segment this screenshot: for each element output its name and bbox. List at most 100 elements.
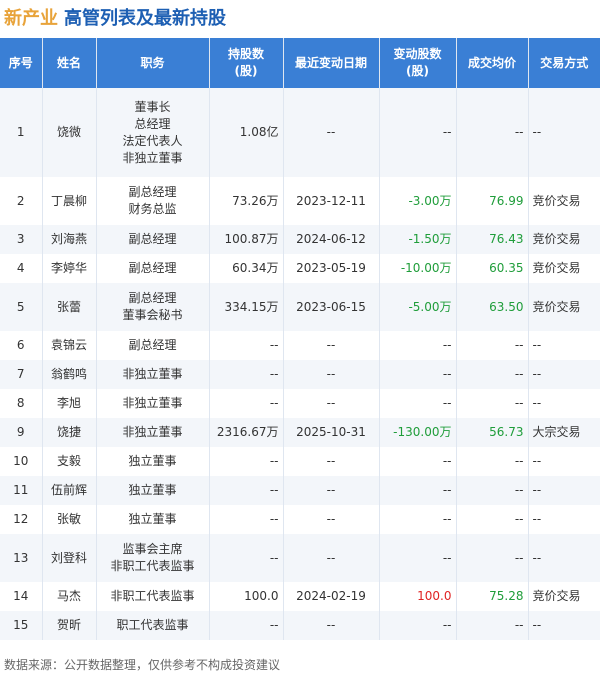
position-line: 非职工代表监事 [110, 589, 195, 603]
cell-method: -- [528, 447, 600, 476]
table-row: 11 伍前辉 独立董事 -- -- -- -- -- [0, 476, 600, 505]
cell-position: 非独立董事 [96, 389, 210, 418]
cell-price: 63.50 [456, 283, 529, 331]
cell-position: 副总经理 [96, 225, 210, 254]
cell-date: -- [283, 611, 380, 640]
cell-name: 马杰 [42, 582, 97, 611]
table-row: 4 李婷华 副总经理 60.34万 2023-05-19 -10.00万 60.35 竞价交易 [0, 254, 600, 283]
cell-method: 竞价交易 [528, 177, 600, 225]
cell-shares: -- [209, 447, 284, 476]
position-line: 独立董事 [128, 512, 177, 526]
cell-date: -- [283, 389, 380, 418]
cell-method: -- [528, 389, 600, 418]
cell-name: 李旭 [42, 389, 97, 418]
cell-seq: 14 [0, 582, 43, 611]
cell-name: 刘海燕 [42, 225, 97, 254]
table-row: 1 饶微 董事长 总经理 法定代表人 非独立董事 1.08亿 -- -- -- -- [0, 88, 600, 177]
cell-change: -1.50万 [379, 225, 457, 254]
cell-shares: 73.26万 [209, 177, 284, 225]
cell-name: 刘登科 [42, 534, 97, 582]
position-line: 监事会主席 [122, 542, 183, 556]
position-line: 副总经理 [128, 232, 177, 246]
cell-seq: 4 [0, 254, 43, 283]
cell-seq: 1 [0, 88, 43, 177]
cell-position: 非独立董事 [96, 418, 210, 447]
cell-price: 76.99 [456, 177, 529, 225]
header-change-line2: (股) [406, 64, 429, 78]
cell-method: -- [528, 331, 600, 360]
cell-date: 2023-12-11 [283, 177, 380, 225]
cell-shares: -- [209, 534, 284, 582]
position-line: 董事长 [134, 99, 171, 114]
cell-date: 2024-02-19 [283, 582, 380, 611]
position-line: 非独立董事 [122, 150, 183, 165]
cell-position: 独立董事 [96, 476, 210, 505]
cell-change: -- [379, 88, 457, 177]
cell-seq: 15 [0, 611, 43, 640]
position-line: 副总经理 [128, 185, 177, 199]
cell-position: 董事长 总经理 法定代表人 非独立董事 [96, 88, 210, 177]
cell-position: 独立董事 [96, 505, 210, 534]
header-method: 交易方式 [528, 38, 600, 88]
cell-price: -- [456, 534, 529, 582]
cell-price: -- [456, 611, 529, 640]
cell-position: 副总经理 财务总监 [96, 177, 210, 225]
header-shares-line1: 持股数 [227, 47, 264, 61]
cell-seq: 2 [0, 177, 43, 225]
table-row: 3 刘海燕 副总经理 100.87万 2024-06-12 -1.50万 76.43 竞价交易 [0, 225, 600, 254]
cell-method: -- [528, 476, 600, 505]
table-row: 13 刘登科 监事会主席 非职工代表监事 -- -- -- -- -- [0, 534, 600, 582]
cell-price: -- [456, 447, 529, 476]
header-price: 成交均价 [456, 38, 529, 88]
header-change-line1: 变动股数 [393, 47, 442, 61]
position-line: 非职工代表监事 [110, 559, 195, 573]
cell-change: 100.0 [379, 582, 457, 611]
page-title: 新产业 高管列表及最新持股 [4, 4, 226, 30]
cell-price: 76.43 [456, 225, 529, 254]
cell-change: -- [379, 360, 457, 389]
cell-shares: 334.15万 [209, 283, 284, 331]
cell-seq: 8 [0, 389, 43, 418]
cell-name: 袁锦云 [42, 331, 97, 360]
cell-price: 75.28 [456, 582, 529, 611]
cell-shares: -- [209, 611, 284, 640]
cell-method: -- [528, 611, 600, 640]
cell-date: -- [283, 476, 380, 505]
cell-change: -130.00万 [379, 418, 457, 447]
cell-change: -10.00万 [379, 254, 457, 283]
cell-position: 独立董事 [96, 447, 210, 476]
executives-table: 序号 姓名 职务 持股数 (股) 最近变动日期 变动股数 (股) 成交均价 交易方式… [0, 38, 600, 640]
cell-price: -- [456, 360, 529, 389]
cell-date: -- [283, 331, 380, 360]
table-row: 14 马杰 非职工代表监事 100.0 2024-02-19 100.0 75.28 竞价交易 [0, 582, 600, 611]
cell-change: -- [379, 611, 457, 640]
cell-date: 2023-06-15 [283, 283, 380, 331]
cell-change: -- [379, 331, 457, 360]
cell-shares: -- [209, 331, 284, 360]
table-header-row: 序号 姓名 职务 持股数 (股) 最近变动日期 变动股数 (股) 成交均价 交易方式 [0, 38, 600, 88]
data-source-note: 数据来源：公开数据整理，仅供参考不构成投资建议 [4, 658, 281, 672]
table-row: 10 支毅 独立董事 -- -- -- -- -- [0, 447, 600, 476]
cell-seq: 12 [0, 505, 43, 534]
cell-seq: 3 [0, 225, 43, 254]
cell-name: 伍前辉 [42, 476, 97, 505]
cell-name: 饶微 [42, 88, 97, 177]
cell-position: 副总经理 [96, 331, 210, 360]
cell-name: 张敏 [42, 505, 97, 534]
position-line: 副总经理 [128, 291, 177, 305]
position-line: 非独立董事 [122, 425, 183, 439]
cell-date: -- [283, 88, 380, 177]
cell-name: 张蕾 [42, 283, 97, 331]
cell-price: -- [456, 331, 529, 360]
header-change: 变动股数 (股) [379, 38, 457, 88]
table-row: 6 袁锦云 副总经理 -- -- -- -- -- [0, 331, 600, 360]
cell-change: -- [379, 389, 457, 418]
cell-shares: 60.34万 [209, 254, 284, 283]
cell-seq: 9 [0, 418, 43, 447]
cell-position: 副总经理 [96, 254, 210, 283]
cell-price: -- [456, 505, 529, 534]
position-line: 法定代表人 [122, 133, 183, 148]
cell-position: 监事会主席非职工代表监事 [96, 534, 210, 582]
cell-method: 竞价交易 [528, 254, 600, 283]
cell-change: -- [379, 505, 457, 534]
